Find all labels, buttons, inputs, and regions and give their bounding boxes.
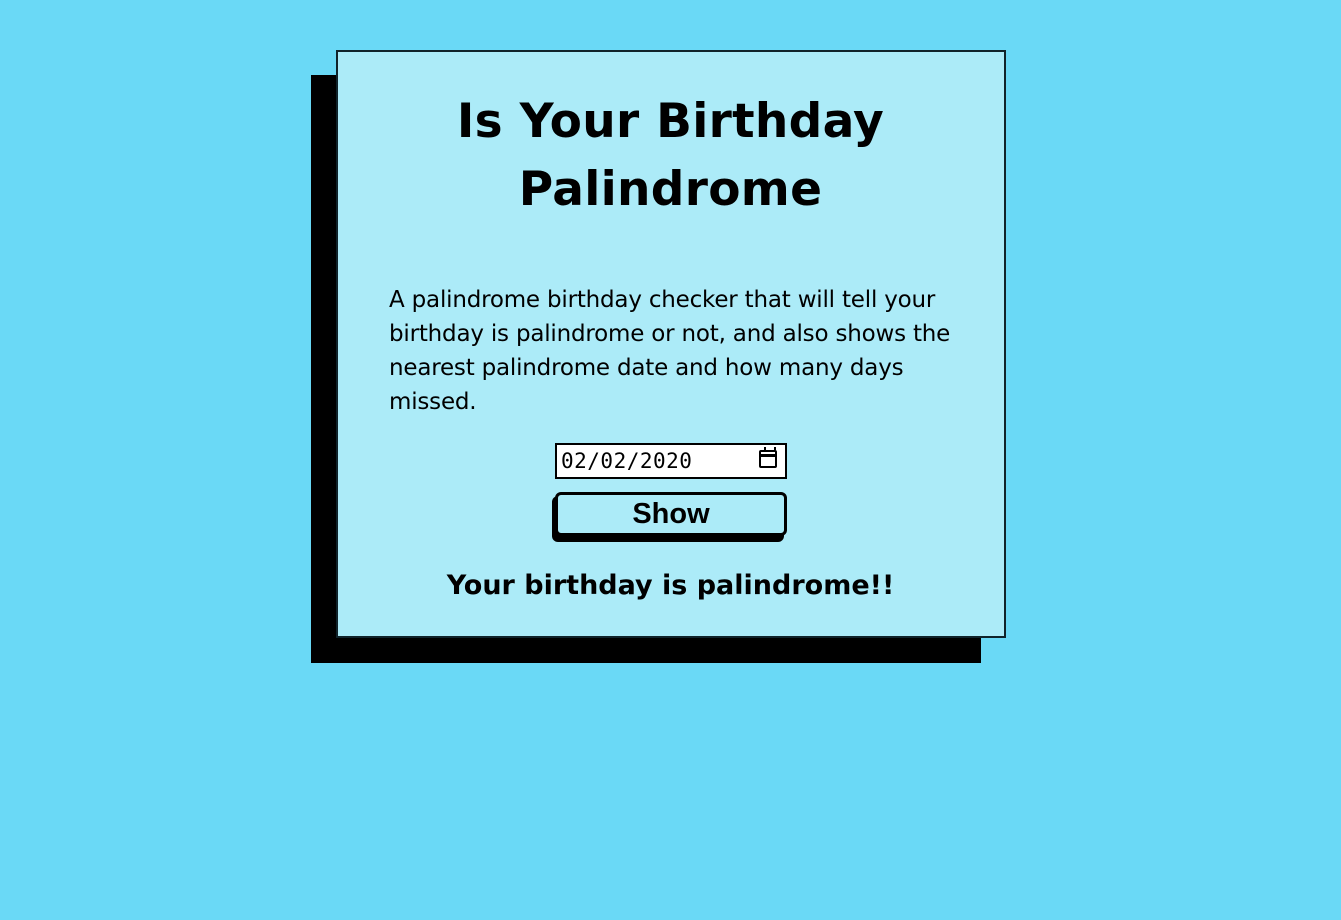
birthday-date-input[interactable]: 02/02/2020 xyxy=(555,443,787,479)
app-description: A palindrome birthday checker that will … xyxy=(389,287,951,415)
date-input-value: 02/02/2020 xyxy=(561,449,693,473)
show-button[interactable]: Show xyxy=(555,492,787,536)
page-title-line-2: Palindrome xyxy=(518,162,823,217)
result-message: Your birthday is palindrome!! xyxy=(446,570,895,601)
page-title: Is Your Birthday Palindrome xyxy=(0,88,1341,224)
calendar-icon[interactable] xyxy=(759,447,777,468)
page-title-line-1: Is Your Birthday xyxy=(456,94,885,149)
